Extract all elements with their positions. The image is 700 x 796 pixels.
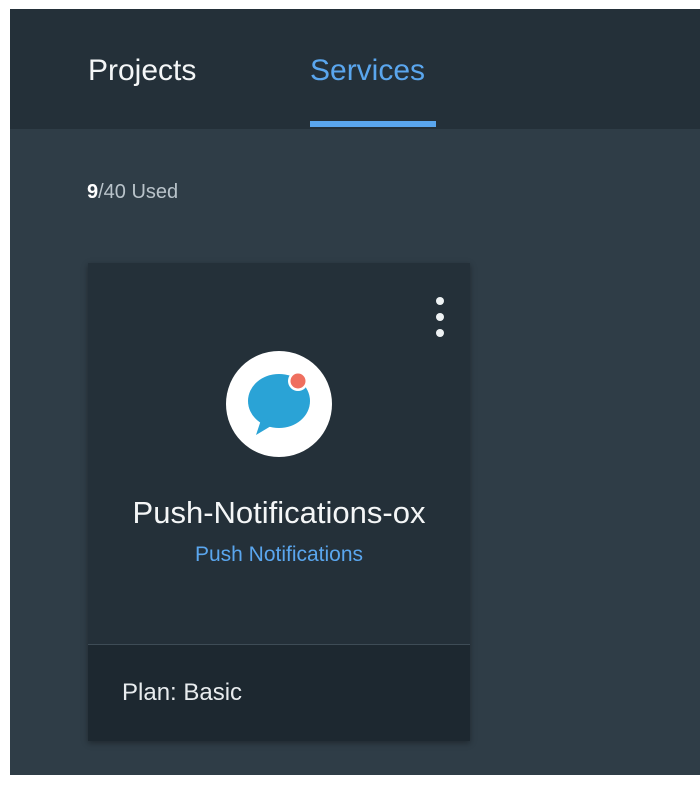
card-footer: Plan: Basic — [88, 645, 470, 741]
menu-dot — [436, 313, 444, 321]
service-name: Push-Notifications-ox — [132, 495, 426, 530]
active-tab-indicator — [310, 121, 436, 127]
service-type-link[interactable]: Push Notifications — [88, 543, 470, 567]
plan-label: Plan: Basic — [122, 679, 243, 706]
menu-dot — [436, 297, 444, 305]
tab-projects[interactable]: Projects — [88, 53, 196, 89]
tab-services[interactable]: Services — [310, 53, 425, 89]
service-usage-counter: 9/40 Used — [87, 181, 178, 204]
more-vertical-icon[interactable] — [432, 295, 448, 341]
chat-bubble-notification-icon — [226, 351, 332, 457]
used-count: 9 — [87, 181, 99, 203]
menu-dot — [436, 329, 444, 337]
services-dashboard: Projects Services 9/40 Used Push-Notific… — [10, 9, 700, 775]
usage-total: /40 Used — [98, 181, 179, 203]
tab-bar: Projects Services — [10, 9, 700, 129]
service-card[interactable]: Push-Notifications-ox Push Notifications… — [88, 263, 470, 741]
